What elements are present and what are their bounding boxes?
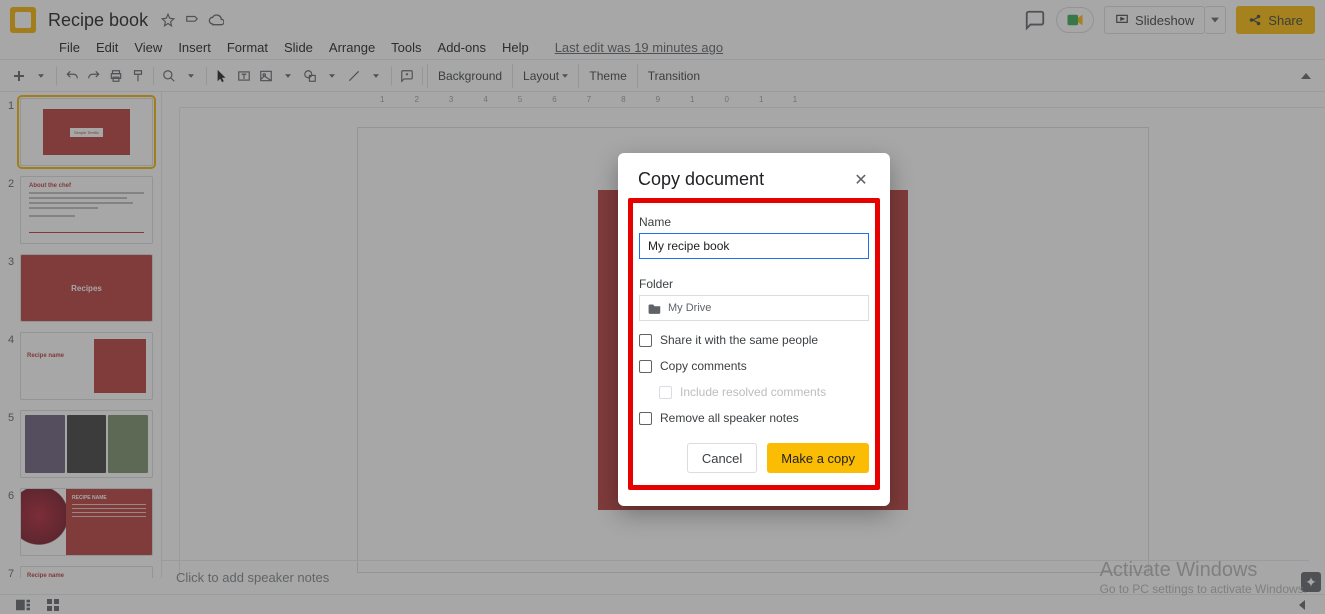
cancel-button[interactable]: Cancel — [687, 443, 757, 473]
dialog-title: Copy document — [638, 169, 764, 190]
checkbox-label: Copy comments — [660, 359, 747, 373]
dialog-highlight-box: Name Folder My Drive Share it with the s… — [628, 198, 880, 490]
copy-document-dialog: Copy document ✕ Name Folder My Drive Sha… — [618, 153, 890, 506]
checkbox-label: Share it with the same people — [660, 333, 818, 347]
checkbox-label: Remove all speaker notes — [660, 411, 799, 425]
checkbox-label: Include resolved comments — [680, 385, 826, 399]
share-same-people-checkbox[interactable]: Share it with the same people — [639, 333, 869, 347]
folder-picker[interactable]: My Drive — [639, 295, 869, 321]
include-resolved-checkbox: Include resolved comments — [639, 385, 869, 399]
folder-value: My Drive — [668, 302, 711, 314]
close-icon[interactable]: ✕ — [852, 171, 870, 189]
name-label: Name — [639, 215, 869, 229]
folder-label: Folder — [639, 277, 869, 291]
copy-comments-checkbox[interactable]: Copy comments — [639, 359, 869, 373]
name-input[interactable] — [639, 233, 869, 259]
make-a-copy-button[interactable]: Make a copy — [767, 443, 869, 473]
remove-speaker-notes-checkbox[interactable]: Remove all speaker notes — [639, 411, 869, 425]
